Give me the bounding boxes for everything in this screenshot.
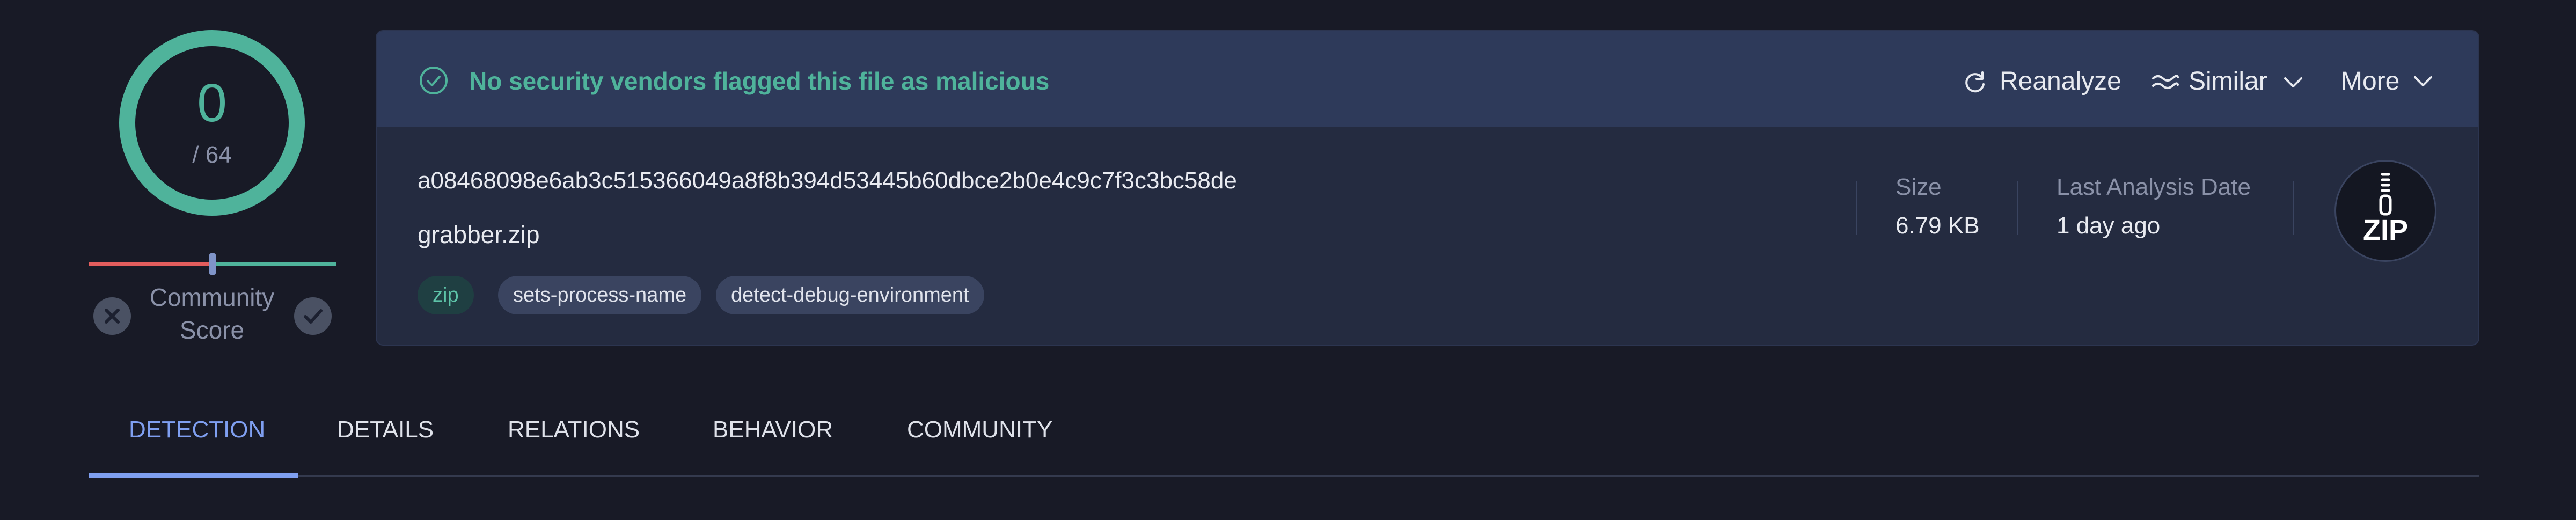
last-analysis-date-value: 1 day ago [2057, 213, 2161, 239]
reanalyze-button[interactable]: Reanalyze [1963, 67, 2121, 97]
tag-detect-debug-environment[interactable]: detect-debug-environment [716, 276, 984, 314]
similar-label: Similar [2189, 67, 2267, 96]
file-type-badge: ZIP [2334, 160, 2436, 262]
more-dropdown[interactable]: More [2341, 67, 2448, 97]
more-label: More [2341, 67, 2400, 96]
tab-details[interactable]: DETAILS [337, 416, 434, 443]
check-circle-icon [420, 67, 448, 94]
tab-behavior[interactable]: BEHAVIOR [713, 416, 833, 443]
tabs-divider [89, 475, 2479, 477]
divider [2293, 181, 2294, 235]
chevron-down-icon [2414, 76, 2432, 86]
refresh-icon [1965, 71, 1985, 93]
tag-zip[interactable]: zip [418, 276, 474, 314]
close-icon [105, 309, 120, 324]
divider [2017, 181, 2018, 235]
tab-community[interactable]: COMMUNITY [907, 416, 1052, 443]
community-score-label: Community Score [149, 283, 275, 344]
file-report-page: 0 / 64 Community Score No security vendo… [0, 0, 2576, 520]
community-score-positive [213, 262, 336, 266]
vote-harmful-button[interactable] [93, 297, 131, 335]
file-name: grabber.zip [418, 221, 540, 248]
tab-detection[interactable]: DETECTION [129, 416, 265, 443]
tag-sets-process-name[interactable]: sets-process-name [498, 276, 702, 314]
divider [1856, 181, 1857, 235]
reanalyze-label: Reanalyze [2000, 67, 2121, 96]
similar-dropdown[interactable]: Similar [2151, 67, 2307, 97]
last-analysis-date-label: Last Analysis Date [2057, 174, 2251, 200]
verdict-header: No security vendors flagged this file as… [377, 31, 2478, 127]
checkmark-icon [304, 309, 323, 324]
verdict-message: No security vendors flagged this file as… [469, 67, 1050, 95]
vote-harmless-button[interactable] [294, 297, 332, 335]
active-tab-indicator [89, 473, 298, 478]
similar-waves-icon [2152, 75, 2179, 89]
chevron-down-icon [2284, 77, 2302, 87]
size-label: Size [1896, 174, 1942, 200]
community-score-negative [89, 262, 213, 266]
tab-relations[interactable]: RELATIONS [508, 416, 640, 443]
zip-file-icon: ZIP [2363, 173, 2408, 246]
file-summary-card: No security vendors flagged this file as… [376, 30, 2479, 346]
file-type-text: ZIP [2363, 214, 2408, 246]
community-score-marker [209, 253, 216, 275]
file-hash[interactable]: a08468098e6ab3c515366049a8f8b394d53445b6… [418, 167, 1237, 194]
detection-score-ring: 0 / 64 [118, 29, 306, 217]
detection-count: 0 [197, 73, 227, 133]
detection-total: / 64 [192, 142, 232, 168]
size-value: 6.79 KB [1896, 213, 1980, 239]
